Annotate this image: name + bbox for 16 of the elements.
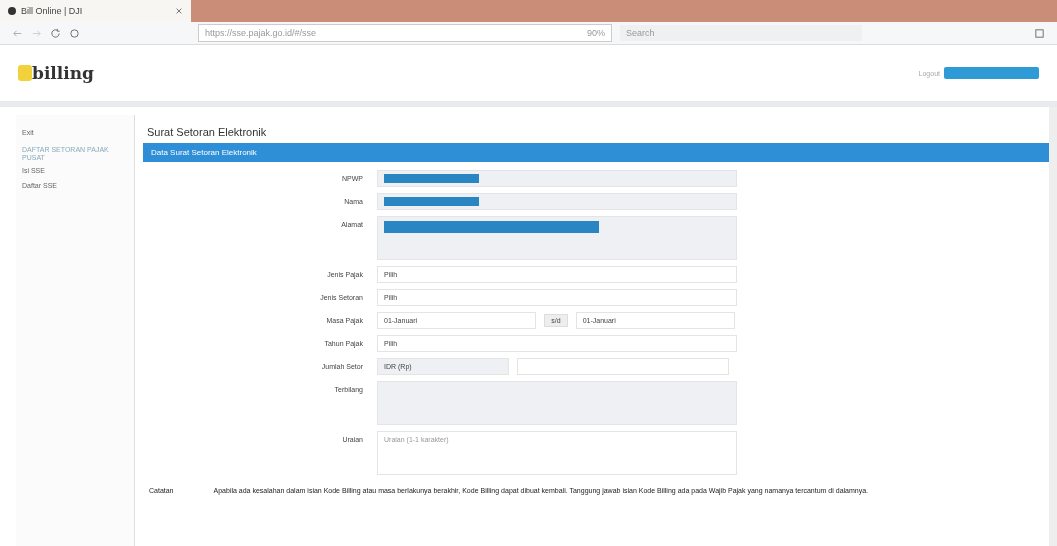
input-field[interactable] xyxy=(377,193,737,210)
amount-field[interactable] xyxy=(517,358,729,375)
panel-header: Data Surat Setoran Elektronik xyxy=(143,143,1049,162)
input-field[interactable] xyxy=(377,170,737,187)
scrollbar[interactable] xyxy=(1049,107,1057,546)
logo-text: billing xyxy=(32,63,94,83)
logo-icon xyxy=(18,65,32,81)
tab-title: Bill Online | DJI xyxy=(21,6,83,16)
home-icon[interactable] xyxy=(69,27,80,39)
library-icon[interactable] xyxy=(1034,27,1045,39)
close-icon[interactable] xyxy=(175,7,183,15)
globe-icon xyxy=(8,7,16,15)
browser-tab[interactable]: Bill Online | DJI xyxy=(0,0,191,22)
page-title: Surat Setoran Elektronik xyxy=(146,125,268,140)
text-area[interactable] xyxy=(377,216,737,260)
reload-icon[interactable] xyxy=(50,27,61,39)
